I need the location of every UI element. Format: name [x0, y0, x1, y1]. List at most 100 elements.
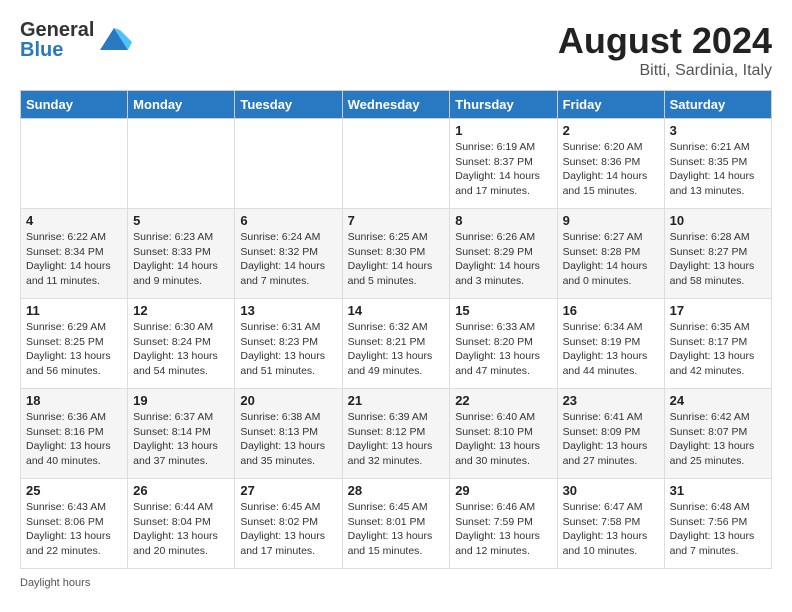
calendar-cell: [342, 119, 450, 209]
day-number: 20: [240, 393, 336, 408]
page-header: General Blue August 2024 Bitti, Sardinia…: [20, 20, 772, 80]
day-number: 1: [455, 123, 551, 138]
calendar-cell: [235, 119, 342, 209]
day-info: Sunrise: 6:42 AM Sunset: 8:07 PM Dayligh…: [670, 410, 766, 469]
day-info: Sunrise: 6:47 AM Sunset: 7:58 PM Dayligh…: [563, 500, 659, 559]
day-number: 8: [455, 213, 551, 228]
day-info: Sunrise: 6:40 AM Sunset: 8:10 PM Dayligh…: [455, 410, 551, 469]
calendar-cell: 3 Sunrise: 6:21 AM Sunset: 8:35 PM Dayli…: [664, 119, 771, 209]
calendar-cell: 10 Sunrise: 6:28 AM Sunset: 8:27 PM Dayl…: [664, 209, 771, 299]
calendar-cell: 6 Sunrise: 6:24 AM Sunset: 8:32 PM Dayli…: [235, 209, 342, 299]
day-number: 21: [348, 393, 445, 408]
day-info: Sunrise: 6:46 AM Sunset: 7:59 PM Dayligh…: [455, 500, 551, 559]
day-info: Sunrise: 6:43 AM Sunset: 8:06 PM Dayligh…: [26, 500, 122, 559]
calendar-week-row: 1 Sunrise: 6:19 AM Sunset: 8:37 PM Dayli…: [21, 119, 772, 209]
calendar-cell: 15 Sunrise: 6:33 AM Sunset: 8:20 PM Dayl…: [450, 299, 557, 389]
location: Bitti, Sardinia, Italy: [558, 62, 772, 80]
logo-blue: Blue: [20, 40, 94, 60]
calendar-cell: 5 Sunrise: 6:23 AM Sunset: 8:33 PM Dayli…: [128, 209, 235, 299]
calendar-week-row: 11 Sunrise: 6:29 AM Sunset: 8:25 PM Dayl…: [21, 299, 772, 389]
day-number: 13: [240, 303, 336, 318]
day-info: Sunrise: 6:41 AM Sunset: 8:09 PM Dayligh…: [563, 410, 659, 469]
calendar-cell: 14 Sunrise: 6:32 AM Sunset: 8:21 PM Dayl…: [342, 299, 450, 389]
calendar-cell: 12 Sunrise: 6:30 AM Sunset: 8:24 PM Dayl…: [128, 299, 235, 389]
calendar-cell: 23 Sunrise: 6:41 AM Sunset: 8:09 PM Dayl…: [557, 389, 664, 479]
day-info: Sunrise: 6:24 AM Sunset: 8:32 PM Dayligh…: [240, 230, 336, 289]
day-info: Sunrise: 6:29 AM Sunset: 8:25 PM Dayligh…: [26, 320, 122, 379]
day-info: Sunrise: 6:34 AM Sunset: 8:19 PM Dayligh…: [563, 320, 659, 379]
day-number: 25: [26, 483, 122, 498]
calendar-cell: 31 Sunrise: 6:48 AM Sunset: 7:56 PM Dayl…: [664, 479, 771, 569]
day-number: 5: [133, 213, 229, 228]
calendar-cell: 2 Sunrise: 6:20 AM Sunset: 8:36 PM Dayli…: [557, 119, 664, 209]
day-of-week-header: Wednesday: [342, 91, 450, 119]
calendar-cell: 4 Sunrise: 6:22 AM Sunset: 8:34 PM Dayli…: [21, 209, 128, 299]
day-info: Sunrise: 6:45 AM Sunset: 8:02 PM Dayligh…: [240, 500, 336, 559]
calendar-table: SundayMondayTuesdayWednesdayThursdayFrid…: [20, 90, 772, 569]
day-number: 11: [26, 303, 122, 318]
day-number: 19: [133, 393, 229, 408]
day-of-week-header: Saturday: [664, 91, 771, 119]
day-number: 23: [563, 393, 659, 408]
calendar-cell: 9 Sunrise: 6:27 AM Sunset: 8:28 PM Dayli…: [557, 209, 664, 299]
calendar-week-row: 18 Sunrise: 6:36 AM Sunset: 8:16 PM Dayl…: [21, 389, 772, 479]
calendar-cell: 19 Sunrise: 6:37 AM Sunset: 8:14 PM Dayl…: [128, 389, 235, 479]
day-info: Sunrise: 6:20 AM Sunset: 8:36 PM Dayligh…: [563, 140, 659, 199]
calendar-cell: 16 Sunrise: 6:34 AM Sunset: 8:19 PM Dayl…: [557, 299, 664, 389]
day-number: 6: [240, 213, 336, 228]
day-info: Sunrise: 6:37 AM Sunset: 8:14 PM Dayligh…: [133, 410, 229, 469]
day-number: 18: [26, 393, 122, 408]
day-number: 22: [455, 393, 551, 408]
calendar-cell: 20 Sunrise: 6:38 AM Sunset: 8:13 PM Dayl…: [235, 389, 342, 479]
day-number: 15: [455, 303, 551, 318]
daylight-label: Daylight hours: [20, 577, 90, 589]
day-of-week-header: Tuesday: [235, 91, 342, 119]
day-info: Sunrise: 6:44 AM Sunset: 8:04 PM Dayligh…: [133, 500, 229, 559]
logo-icon: [96, 22, 132, 58]
calendar-cell: 27 Sunrise: 6:45 AM Sunset: 8:02 PM Dayl…: [235, 479, 342, 569]
day-info: Sunrise: 6:45 AM Sunset: 8:01 PM Dayligh…: [348, 500, 445, 559]
day-number: 4: [26, 213, 122, 228]
day-info: Sunrise: 6:38 AM Sunset: 8:13 PM Dayligh…: [240, 410, 336, 469]
calendar-cell: 25 Sunrise: 6:43 AM Sunset: 8:06 PM Dayl…: [21, 479, 128, 569]
calendar-cell: 11 Sunrise: 6:29 AM Sunset: 8:25 PM Dayl…: [21, 299, 128, 389]
day-info: Sunrise: 6:35 AM Sunset: 8:17 PM Dayligh…: [670, 320, 766, 379]
day-info: Sunrise: 6:32 AM Sunset: 8:21 PM Dayligh…: [348, 320, 445, 379]
day-number: 12: [133, 303, 229, 318]
day-info: Sunrise: 6:33 AM Sunset: 8:20 PM Dayligh…: [455, 320, 551, 379]
day-number: 9: [563, 213, 659, 228]
day-info: Sunrise: 6:30 AM Sunset: 8:24 PM Dayligh…: [133, 320, 229, 379]
day-of-week-header: Friday: [557, 91, 664, 119]
calendar-cell: 21 Sunrise: 6:39 AM Sunset: 8:12 PM Dayl…: [342, 389, 450, 479]
day-number: 26: [133, 483, 229, 498]
day-number: 10: [670, 213, 766, 228]
day-info: Sunrise: 6:27 AM Sunset: 8:28 PM Dayligh…: [563, 230, 659, 289]
calendar-cell: 7 Sunrise: 6:25 AM Sunset: 8:30 PM Dayli…: [342, 209, 450, 299]
day-number: 14: [348, 303, 445, 318]
calendar-cell: 24 Sunrise: 6:42 AM Sunset: 8:07 PM Dayl…: [664, 389, 771, 479]
calendar-cell: 22 Sunrise: 6:40 AM Sunset: 8:10 PM Dayl…: [450, 389, 557, 479]
day-of-week-header: Monday: [128, 91, 235, 119]
day-info: Sunrise: 6:48 AM Sunset: 7:56 PM Dayligh…: [670, 500, 766, 559]
day-info: Sunrise: 6:22 AM Sunset: 8:34 PM Dayligh…: [26, 230, 122, 289]
day-info: Sunrise: 6:26 AM Sunset: 8:29 PM Dayligh…: [455, 230, 551, 289]
day-number: 27: [240, 483, 336, 498]
footer: Daylight hours: [20, 577, 772, 589]
calendar-cell: [21, 119, 128, 209]
day-info: Sunrise: 6:28 AM Sunset: 8:27 PM Dayligh…: [670, 230, 766, 289]
day-of-week-header: Sunday: [21, 91, 128, 119]
day-number: 17: [670, 303, 766, 318]
day-number: 16: [563, 303, 659, 318]
calendar-cell: 30 Sunrise: 6:47 AM Sunset: 7:58 PM Dayl…: [557, 479, 664, 569]
calendar-cell: [128, 119, 235, 209]
day-number: 2: [563, 123, 659, 138]
calendar-header-row: SundayMondayTuesdayWednesdayThursdayFrid…: [21, 91, 772, 119]
day-number: 3: [670, 123, 766, 138]
calendar-cell: 8 Sunrise: 6:26 AM Sunset: 8:29 PM Dayli…: [450, 209, 557, 299]
day-of-week-header: Thursday: [450, 91, 557, 119]
calendar-week-row: 4 Sunrise: 6:22 AM Sunset: 8:34 PM Dayli…: [21, 209, 772, 299]
day-number: 7: [348, 213, 445, 228]
day-info: Sunrise: 6:36 AM Sunset: 8:16 PM Dayligh…: [26, 410, 122, 469]
day-number: 24: [670, 393, 766, 408]
day-number: 28: [348, 483, 445, 498]
